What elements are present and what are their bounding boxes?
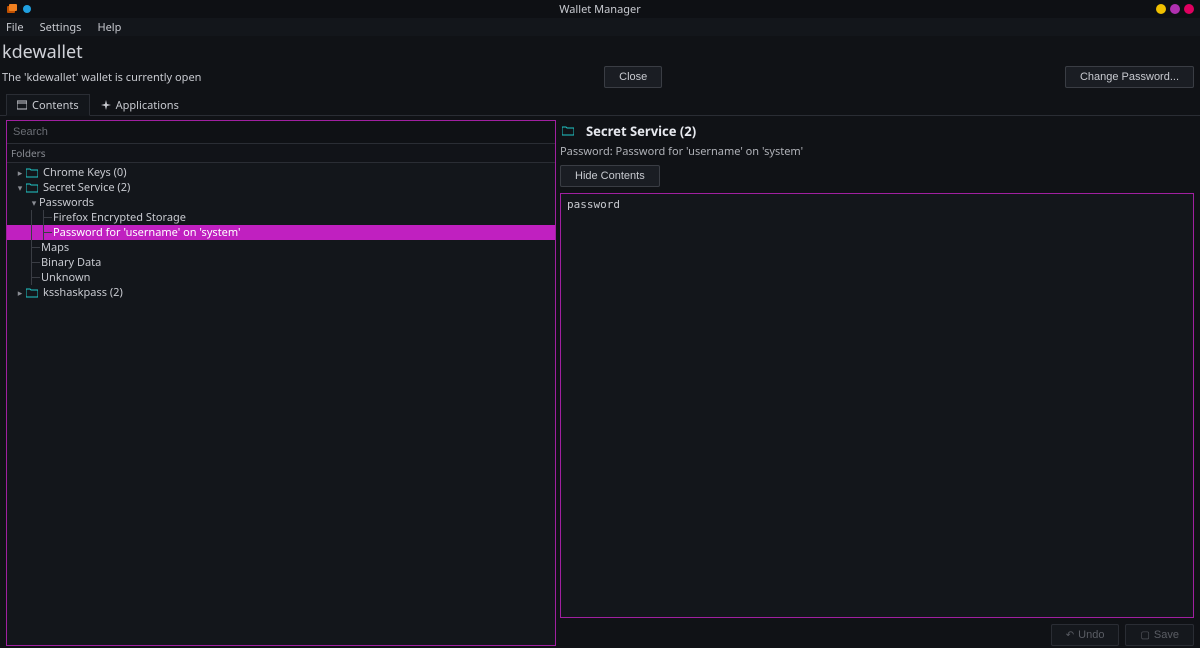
tree-item-unknown[interactable]: Unknown — [7, 270, 555, 285]
window-controls — [1156, 4, 1194, 14]
tree-label: Maps — [41, 240, 69, 255]
tree-item-firefox-storage[interactable]: Firefox Encrypted Storage — [7, 210, 555, 225]
maximize-icon[interactable] — [1170, 4, 1180, 14]
save-button[interactable]: ▢Save — [1125, 624, 1194, 646]
wallet-name: kdewallet — [0, 36, 1200, 66]
folder-open-icon — [560, 124, 576, 138]
tree-label: Password for 'username' on 'system' — [53, 225, 241, 240]
tree-label: Chrome Keys (0) — [43, 165, 127, 180]
chevron-right-icon[interactable]: ▸ — [15, 166, 25, 179]
tab-bar: Contents Applications — [0, 94, 1200, 116]
search-input[interactable] — [7, 121, 555, 143]
folder-open-icon — [25, 182, 39, 194]
tree-item-password-entry[interactable]: Password for 'username' on 'system' — [7, 225, 555, 240]
tree-item-ksshaskpass[interactable]: ▸ ksshaskpass (2) — [7, 285, 555, 300]
folder-icon — [25, 287, 39, 299]
tree-item-maps[interactable]: Maps — [7, 240, 555, 255]
detail-header: Secret Service (2) — [560, 120, 1194, 142]
tree-label: Passwords — [39, 195, 94, 210]
left-panel: Folders ▸ Chrome Keys (0) ▾ Secret Servi… — [6, 120, 556, 646]
undo-icon: ↶ — [1066, 630, 1074, 641]
tree-label: Binary Data — [41, 255, 101, 270]
right-panel: Secret Service (2) Password: Password fo… — [560, 120, 1194, 646]
detail-header-text: Secret Service (2) — [586, 122, 696, 140]
save-icon: ▢ — [1140, 630, 1149, 641]
undo-button[interactable]: ↶Undo — [1051, 624, 1120, 646]
folders-header: Folders — [7, 143, 555, 163]
tree-label: Secret Service (2) — [43, 180, 130, 195]
tree-item-passwords[interactable]: ▾ Passwords — [7, 195, 555, 210]
tab-contents-label: Contents — [32, 98, 79, 113]
chevron-right-icon[interactable]: ▸ — [15, 286, 25, 299]
minimize-icon[interactable] — [1156, 4, 1166, 14]
password-value: password — [567, 198, 620, 211]
chevron-down-icon[interactable]: ▾ — [29, 196, 39, 209]
folder-tree[interactable]: ▸ Chrome Keys (0) ▾ Secret Service (2) ▾… — [7, 163, 555, 645]
menu-help[interactable]: Help — [97, 20, 121, 35]
tree-label: Unknown — [41, 270, 90, 285]
tree-item-chrome-keys[interactable]: ▸ Chrome Keys (0) — [7, 165, 555, 180]
menubar: File Settings Help — [0, 18, 1200, 36]
tree-item-binary-data[interactable]: Binary Data — [7, 255, 555, 270]
close-button[interactable]: Close — [604, 66, 662, 88]
password-value-box[interactable]: password — [560, 193, 1194, 618]
tab-applications[interactable]: Applications — [90, 94, 190, 115]
app-icon — [6, 3, 31, 15]
tree-item-secret-service[interactable]: ▾ Secret Service (2) — [7, 180, 555, 195]
hide-contents-button[interactable]: Hide Contents — [560, 165, 660, 187]
titlebar: Wallet Manager — [0, 0, 1200, 18]
menu-file[interactable]: File — [6, 20, 24, 35]
search-field[interactable] — [7, 121, 555, 143]
menu-settings[interactable]: Settings — [40, 20, 82, 35]
detail-footer: ↶Undo ▢Save — [560, 618, 1194, 646]
detail-sublabel: Password: Password for 'username' on 'sy… — [560, 142, 1194, 165]
tab-applications-label: Applications — [116, 98, 179, 113]
change-password-button[interactable]: Change Password... — [1065, 66, 1194, 88]
tab-contents[interactable]: Contents — [6, 94, 90, 116]
tree-label: ksshaskpass (2) — [43, 285, 123, 300]
close-icon[interactable] — [1184, 4, 1194, 14]
tree-label: Firefox Encrypted Storage — [53, 210, 186, 225]
folder-icon — [25, 167, 39, 179]
status-row: The 'kdewallet' wallet is currently open… — [0, 66, 1200, 94]
window-title: Wallet Manager — [559, 2, 641, 17]
applications-icon — [101, 100, 111, 110]
wallet-status-text: The 'kdewallet' wallet is currently open — [2, 70, 201, 85]
main-split: Folders ▸ Chrome Keys (0) ▾ Secret Servi… — [0, 116, 1200, 648]
chevron-down-icon[interactable]: ▾ — [15, 181, 25, 194]
contents-icon — [17, 100, 27, 110]
